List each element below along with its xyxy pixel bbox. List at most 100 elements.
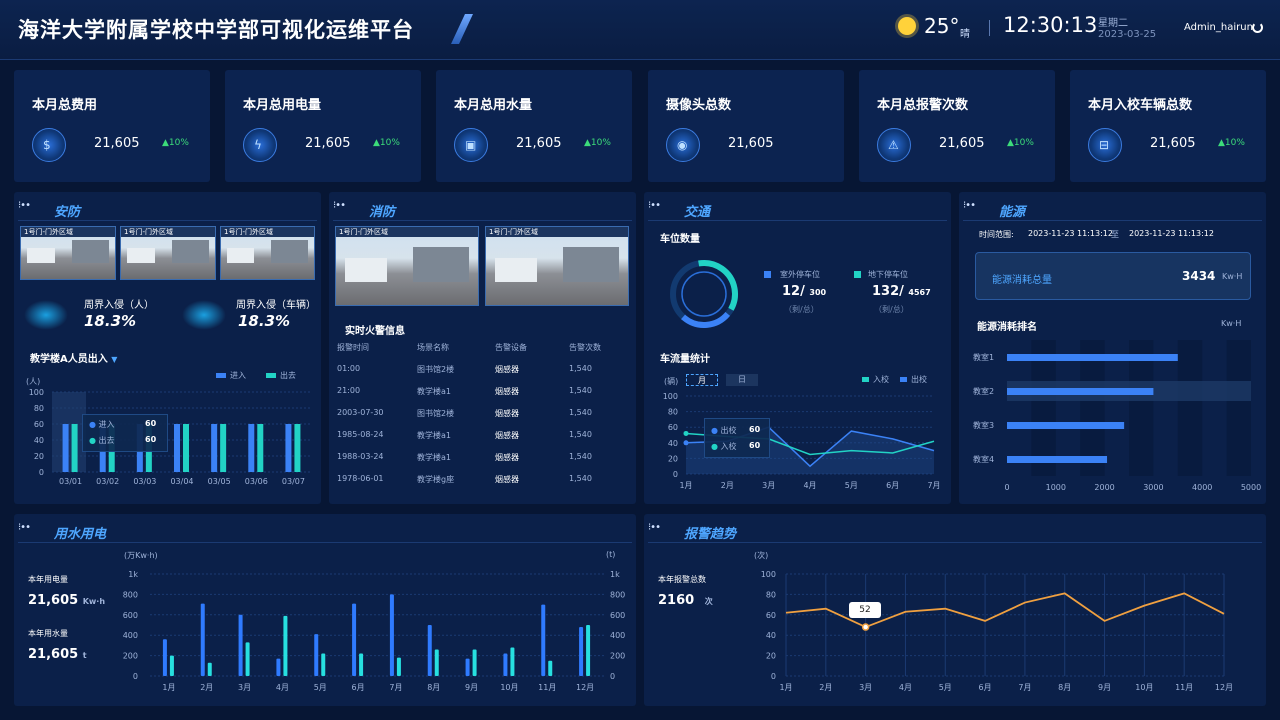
stat-card-alarms[interactable]: 本月总报警次数 ⚠ 21,605 ▲10% xyxy=(859,70,1055,182)
chart-tooltip: ● 进入 60 ● 出去 60 xyxy=(82,414,168,452)
panel-title-icon: ⁝•• xyxy=(648,200,661,211)
x-tick-label: 5月 xyxy=(314,683,327,692)
camera-feed[interactable]: 1号门-门外区域 xyxy=(120,226,216,280)
tooltip-value: 60 xyxy=(145,435,157,444)
tooltip-label: 入校 xyxy=(720,442,737,451)
x-tick-label: 12月 xyxy=(576,683,594,692)
camera-label: 1号门-门外区域 xyxy=(336,227,478,237)
time-range-end[interactable]: 2023-11-23 11:13:12 xyxy=(1129,229,1214,238)
bar xyxy=(427,625,432,676)
stat-card-vehicles[interactable]: 本月入校车辆总数 ⊟ 21,605 ▲10% xyxy=(1070,70,1266,182)
stat-value: 21,605 xyxy=(305,136,351,151)
y-tick-label-left: 400 xyxy=(123,631,138,640)
temperature: 25° xyxy=(924,14,960,38)
power-icon[interactable] xyxy=(1252,22,1263,33)
panel-title-icon: ⁝•• xyxy=(18,200,31,211)
x-tick-label: 1月 xyxy=(679,481,692,490)
flow-title: 车流量统计 xyxy=(660,354,710,365)
user-name[interactable]: Admin_hairun xyxy=(1184,22,1253,33)
x-tick-label: 5月 xyxy=(939,683,952,692)
parking-subtext: （剩/总） xyxy=(874,305,909,314)
bar xyxy=(169,655,174,676)
y-tick-label: 40 xyxy=(34,436,44,445)
x-tick-label: 7月 xyxy=(389,683,402,692)
stat-value: 21,605 xyxy=(1150,136,1196,151)
table-cell: 教学楼a1 xyxy=(417,431,451,440)
camera-feed[interactable]: 1号门-门外区域 xyxy=(485,226,629,306)
y-tick-label-right: 600 xyxy=(610,611,625,620)
alarm-icon: ⚠ xyxy=(877,128,911,162)
tooltip-label: 出去 xyxy=(98,436,115,445)
panel-divider xyxy=(648,542,1262,543)
y-tick-label: 100 xyxy=(663,392,678,401)
y-tick-label: 教室3 xyxy=(973,420,994,430)
bar xyxy=(62,424,69,472)
tab-day[interactable]: 日 xyxy=(726,374,758,386)
bar xyxy=(71,424,78,472)
x-tick-label: 03/05 xyxy=(208,477,231,486)
camera-feed[interactable]: 1号门-门外区域 xyxy=(335,226,479,306)
building-selector[interactable]: 教学楼A人员出入 ▼ xyxy=(30,350,117,365)
y-tick-label: 60 xyxy=(766,611,776,620)
panel-title-icon: ⁝•• xyxy=(18,522,31,533)
table-cell: 烟感器 xyxy=(495,431,519,440)
stat-card-cameras[interactable]: 摄像头总数 ◉ 21,605 xyxy=(648,70,844,182)
bar xyxy=(200,603,205,676)
stat-change: ▲10% xyxy=(373,138,400,148)
traffic-panel: ⁝•• 交通 车位数量 室外停车位 12/ 300 （剩/总） 地下停车位 13… xyxy=(644,192,951,504)
stat-change: ▲10% xyxy=(1218,138,1245,148)
y-tick-label: 教室4 xyxy=(973,454,994,464)
parking-gauge xyxy=(670,260,738,328)
parking-subtext: （剩/总） xyxy=(784,305,819,314)
x-tick-label: 12月 xyxy=(1215,683,1233,692)
y-tick-label-right: 800 xyxy=(610,590,625,599)
y-tick-label: 教室1 xyxy=(973,352,994,362)
x-tick-label: 8月 xyxy=(427,683,440,692)
x-tick-label: 5月 xyxy=(845,481,858,490)
bar xyxy=(1007,422,1125,429)
bar xyxy=(276,658,281,676)
indoor-parking-label: 地下停车位 xyxy=(868,270,908,279)
outdoor-parking-label: 室外停车位 xyxy=(780,270,820,279)
rank-title: 能源消耗排名 xyxy=(977,322,1037,333)
money-bag-icon: $ xyxy=(32,128,66,162)
table-cell: 图书馆2楼 xyxy=(417,409,455,418)
x-tick-label: 3月 xyxy=(238,683,251,692)
x-tick-label: 03/01 xyxy=(59,477,82,486)
x-tick-label: 03/02 xyxy=(96,477,119,486)
x-tick-label: 9月 xyxy=(1098,683,1111,692)
bar xyxy=(503,653,508,676)
stat-card-cost[interactable]: 本月总费用 $ 21,605 ▲10% xyxy=(14,70,210,182)
intrusion-vehicle-value: 18.3% xyxy=(238,312,291,330)
y-tick-label: 60 xyxy=(34,420,44,429)
panel-title: 交通 xyxy=(684,205,711,220)
indoor-parking-value: 132/ xyxy=(872,284,904,299)
stat-card-water[interactable]: 本月总用水量 ▣ 21,605 ▲10% xyxy=(436,70,632,182)
bar xyxy=(294,424,301,472)
alarm-total-unit: 次 xyxy=(704,597,713,606)
panel-divider xyxy=(648,220,947,221)
water-unit: t xyxy=(82,651,87,660)
tooltip-value: 60 xyxy=(749,441,761,450)
stat-label: 本月总用水量 xyxy=(454,98,533,113)
x-tick-label: 4月 xyxy=(276,683,289,692)
weather-text: 晴 xyxy=(960,29,970,40)
stat-value: 21,605 xyxy=(94,136,140,151)
stat-value: 21,605 xyxy=(516,136,562,151)
y-tick-label-left: 600 xyxy=(123,611,138,620)
x-tick-label: 5000 xyxy=(1241,483,1261,492)
tab-month[interactable]: 月 xyxy=(686,374,718,386)
y-axis-unit: (次) xyxy=(754,551,769,560)
bar xyxy=(434,649,439,676)
energy-total-unit: Kw·H xyxy=(1222,272,1243,281)
panel-divider xyxy=(18,220,317,221)
camera-feed[interactable]: 1号门-门外区域 xyxy=(20,226,116,280)
time-range-start[interactable]: 2023-11-23 11:13:12 xyxy=(1028,229,1113,238)
hover-band xyxy=(52,392,86,472)
indoor-parking-total: 4567 xyxy=(908,288,931,297)
camera-feed[interactable]: 1号门-门外区域 xyxy=(220,226,315,280)
stat-card-electricity[interactable]: 本月总用电量 ϟ 21,605 ▲10% xyxy=(225,70,421,182)
bar xyxy=(472,649,477,676)
table-cell: 烟感器 xyxy=(495,453,519,462)
y-tick-label: 80 xyxy=(34,404,44,413)
